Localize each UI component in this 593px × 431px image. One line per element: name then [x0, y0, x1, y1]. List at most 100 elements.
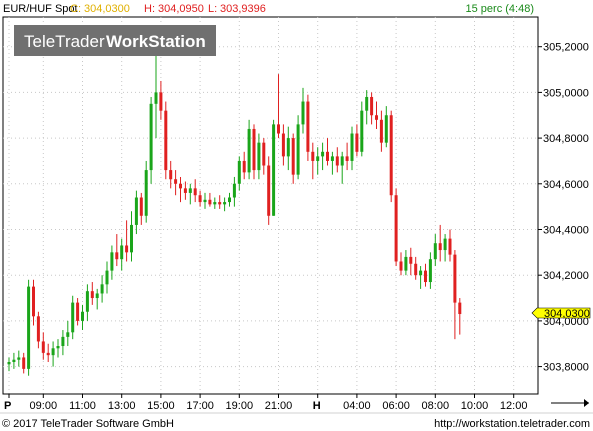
candle-body	[36, 316, 40, 342]
close-value: 304,0300	[84, 3, 130, 15]
candle-body	[213, 202, 217, 205]
candle	[144, 160, 148, 223]
candle	[394, 188, 398, 267]
candle-body	[272, 124, 276, 216]
time-tick-label: 21:00	[265, 400, 293, 412]
candle-body	[330, 156, 334, 161]
time-tick-label: 17:00	[186, 400, 214, 412]
candle-body	[335, 156, 339, 166]
candle-body	[144, 170, 148, 216]
candle-body	[232, 183, 236, 198]
candle-body	[277, 124, 280, 134]
candle	[272, 119, 276, 216]
candle	[27, 279, 31, 376]
price-tick-label: 304,2000	[543, 270, 589, 282]
candle-body	[51, 348, 55, 356]
candle-body	[301, 101, 305, 125]
candle-body	[134, 197, 138, 225]
last-price-marker-text: 304,0300	[544, 308, 590, 320]
interval-label[interactable]: 15 perc (4:48)	[466, 3, 534, 15]
copyright-text: © 2017 TeleTrader Software GmbH	[2, 418, 174, 430]
candle-body	[267, 165, 271, 216]
candle-body	[32, 286, 35, 317]
candle-body	[105, 270, 109, 285]
candle-body	[110, 252, 114, 271]
candle-body	[321, 151, 325, 157]
candle-body	[379, 119, 383, 143]
candle-body	[237, 160, 241, 184]
watermark: TeleTrader WorkStation	[14, 25, 216, 56]
candle-body	[409, 256, 413, 264]
candle-body	[164, 110, 168, 171]
price-tick-label: 305,0000	[543, 87, 589, 99]
time-tick-label: 08:00	[422, 400, 450, 412]
candle-body	[85, 291, 89, 312]
candle-body	[433, 243, 437, 260]
candle-body	[252, 128, 256, 171]
candle-body	[384, 115, 388, 143]
candle-body	[291, 138, 295, 175]
candle-body	[115, 252, 119, 260]
watermark-product: WorkStation	[106, 32, 206, 51]
chart-canvas: EUR/HUF Spot C: 304,0300 H: 304,0950 L: …	[0, 0, 593, 430]
candle-body	[448, 238, 452, 255]
candle-body	[458, 302, 462, 315]
time-tick-label: H	[313, 400, 321, 412]
candle-body	[188, 188, 192, 193]
candle-body	[139, 197, 143, 216]
time-tick-label: 15:00	[147, 400, 175, 412]
candle-body	[399, 261, 403, 271]
time-tick-label: 12:00	[500, 400, 528, 412]
candle-body	[183, 188, 187, 193]
candle-body	[438, 243, 442, 251]
candle-body	[76, 302, 80, 321]
candle	[296, 115, 300, 180]
candle-body	[414, 263, 418, 276]
candle-body	[365, 96, 369, 111]
candle-body	[419, 270, 423, 276]
last-price-marker: 304,0300	[531, 307, 591, 320]
candle-body	[56, 346, 60, 349]
candle-body	[154, 92, 158, 104]
time-tick-label: 13:00	[108, 400, 136, 412]
price-axis[interactable]: 303,8000304,0000304,2000304,4000304,6000…	[538, 42, 589, 374]
time-tick-label: 10:00	[461, 400, 489, 412]
candle-body	[223, 202, 227, 205]
candle-body	[100, 284, 104, 294]
candle-body	[27, 286, 31, 369]
candle-body	[286, 138, 290, 157]
candle-body	[311, 151, 315, 161]
low-value: 303,9396	[220, 3, 266, 15]
candle-body	[71, 302, 75, 333]
candle-body	[394, 195, 398, 262]
scroll-right-arrow[interactable]	[551, 399, 589, 407]
time-tick-label: P	[4, 400, 11, 412]
candle-body	[340, 156, 344, 166]
price-tick-label: 304,4000	[543, 224, 589, 236]
price-tick-label: 305,2000	[543, 42, 589, 54]
candle-body	[281, 133, 285, 157]
candle-body	[130, 224, 133, 253]
candle	[389, 110, 393, 203]
candle-body	[370, 96, 374, 116]
candle-body	[316, 156, 320, 161]
candle-body	[169, 170, 173, 180]
candle-body	[90, 291, 94, 299]
time-tick-label: 04:00	[343, 400, 371, 412]
time-tick-label: 09:00	[30, 400, 58, 412]
time-axis[interactable]: P 09:00 11:00 13:00 15:00 17:00 19:00 21:00 H 04:…	[4, 394, 527, 412]
high-label: H:	[144, 3, 155, 15]
price-tick-label: 304,6000	[543, 179, 589, 191]
candle-body	[174, 179, 178, 184]
candle-body	[350, 133, 354, 161]
website-link[interactable]: http://workstation.teletrader.com	[434, 418, 590, 430]
low-label: L:	[208, 3, 217, 15]
candle-body	[46, 352, 50, 356]
candle-body	[208, 199, 212, 205]
candle-body	[66, 332, 70, 337]
candle-body	[424, 270, 427, 283]
candle-body	[355, 133, 359, 152]
candle	[164, 101, 168, 180]
candle-body	[41, 341, 45, 353]
candle	[306, 94, 310, 161]
